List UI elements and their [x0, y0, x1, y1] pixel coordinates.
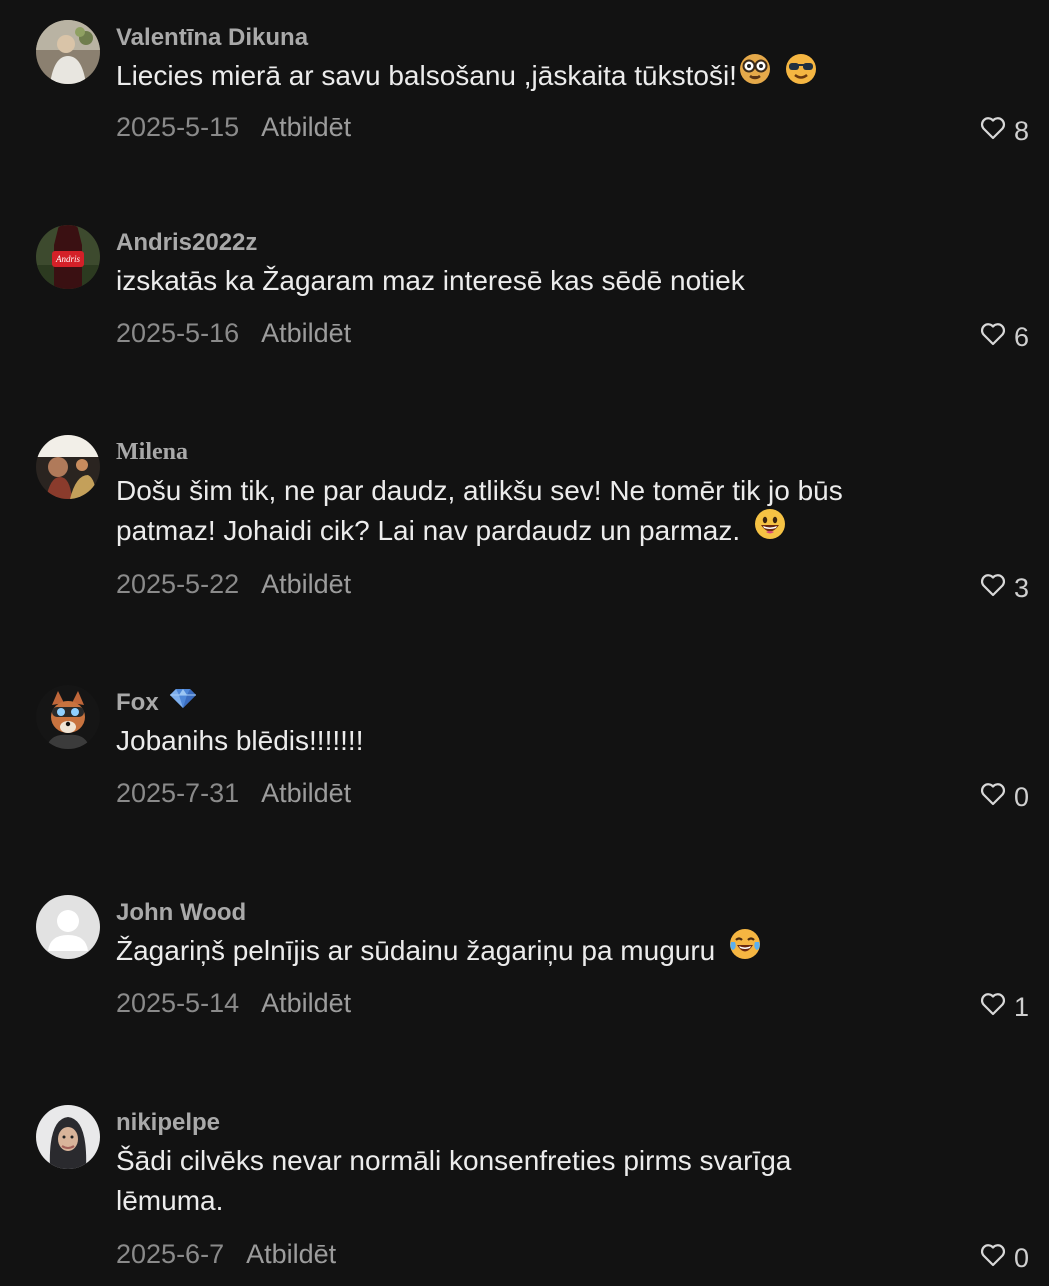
comment-date: 2025-5-15: [116, 112, 240, 142]
like-button[interactable]: 1: [980, 992, 1029, 1023]
heart-icon: [980, 992, 1006, 1023]
comment-date: 2025-5-16: [116, 318, 240, 348]
comment-meta: 2025-5-14 Atbildēt: [116, 988, 351, 1019]
comment-text-line: Jobanihs blēdis!!!!!!!: [116, 725, 364, 756]
like-count: 6: [1013, 322, 1029, 352]
comment-username[interactable]: Fox: [116, 689, 197, 717]
reply-button[interactable]: Atbildēt: [246, 1239, 336, 1269]
reply-button[interactable]: Atbildēt: [261, 778, 351, 808]
comment-text: Liecies mierā ar savu balsošanu ,jāskait…: [116, 53, 956, 96]
comment-text: Šādi cilvēks nevar normāli konsenfreties…: [116, 1141, 956, 1221]
like-count: 8: [1013, 116, 1029, 146]
comment-meta: 2025-5-15 Atbildēt: [116, 112, 351, 143]
avatar[interactable]: [36, 685, 100, 749]
reply-button[interactable]: Atbildēt: [261, 569, 351, 599]
username-text: Fox: [116, 689, 159, 716]
heart-icon: [980, 322, 1006, 353]
diamond-badge-icon: [169, 687, 197, 716]
like-count: 3: [1013, 573, 1029, 603]
comment-text: Žagariņš pelnījis ar sūdainu žagariņu pa…: [116, 928, 956, 971]
comment-meta: 2025-5-22 Atbildēt: [116, 569, 351, 600]
sunglasses-face-emoji: [785, 53, 817, 96]
comment-text-line-wrapper: patmaz! Johaidi cik? Lai nav pardaudz un…: [116, 508, 956, 551]
avatar[interactable]: Andris: [36, 225, 100, 289]
comment-date: 2025-5-14: [116, 988, 240, 1018]
avatar[interactable]: [36, 435, 100, 499]
heart-icon: [980, 782, 1006, 813]
avatar[interactable]: [36, 895, 100, 959]
comment-meta: 2025-6-7 Atbildēt: [116, 1239, 336, 1270]
like-count: 0: [1013, 782, 1029, 812]
comment-meta: 2025-5-16 Atbildēt: [116, 318, 351, 349]
svg-text:Andris: Andris: [55, 254, 81, 264]
grinning-face-emoji: [754, 508, 786, 551]
like-button[interactable]: 8: [980, 116, 1029, 147]
comment-username[interactable]: nikipelpe: [116, 1109, 220, 1137]
like-button[interactable]: 3: [980, 573, 1029, 604]
nerd-face-emoji: [739, 53, 771, 96]
comment-text-line: patmaz! Johaidi cik? Lai nav pardaudz un…: [116, 515, 741, 546]
comment-meta: 2025-7-31 Atbildēt: [116, 778, 351, 809]
comment-text-line: Šādi cilvēks nevar normāli konsenfreties…: [116, 1145, 792, 1176]
comment-text-line: Došu šim tik, ne par daudz, atlikšu sev!…: [116, 475, 843, 506]
comment-text: Jobanihs blēdis!!!!!!!: [116, 721, 956, 761]
comment-username[interactable]: John Wood: [116, 899, 246, 927]
heart-icon: [980, 116, 1006, 147]
reply-button[interactable]: Atbildēt: [261, 112, 351, 142]
like-count: 1: [1013, 992, 1029, 1022]
like-button[interactable]: 6: [980, 322, 1029, 353]
like-button[interactable]: 0: [980, 1243, 1029, 1274]
like-count: 0: [1013, 1243, 1029, 1273]
comment-text: izskatās ka Žagaram maz interesē kas sēd…: [116, 261, 956, 301]
comment-date: 2025-7-31: [116, 778, 240, 808]
comment-text-line: Žagariņš pelnījis ar sūdainu žagariņu pa…: [116, 935, 716, 966]
comment-text: Došu šim tik, ne par daudz, atlikšu sev!…: [116, 471, 956, 551]
avatar[interactable]: [36, 1105, 100, 1169]
tears-of-joy-emoji: [729, 928, 761, 971]
comment-text-line: Liecies mierā ar savu balsošanu ,jāskait…: [116, 60, 737, 91]
avatar[interactable]: [36, 20, 100, 84]
comment-text-line: lēmuma.: [116, 1185, 224, 1216]
like-button[interactable]: 0: [980, 782, 1029, 813]
comment-text-line: izskatās ka Žagaram maz interesē kas sēd…: [116, 265, 745, 296]
comment-username[interactable]: Milena: [116, 439, 188, 466]
reply-button[interactable]: Atbildēt: [261, 318, 351, 348]
comment-username[interactable]: Andris2022z: [116, 229, 257, 257]
heart-icon: [980, 573, 1006, 604]
comment-date: 2025-6-7: [116, 1239, 225, 1269]
heart-icon: [980, 1243, 1006, 1274]
reply-button[interactable]: Atbildēt: [261, 988, 351, 1018]
comment-username[interactable]: Valentīna Dikuna: [116, 24, 308, 52]
comment-date: 2025-5-22: [116, 569, 240, 599]
